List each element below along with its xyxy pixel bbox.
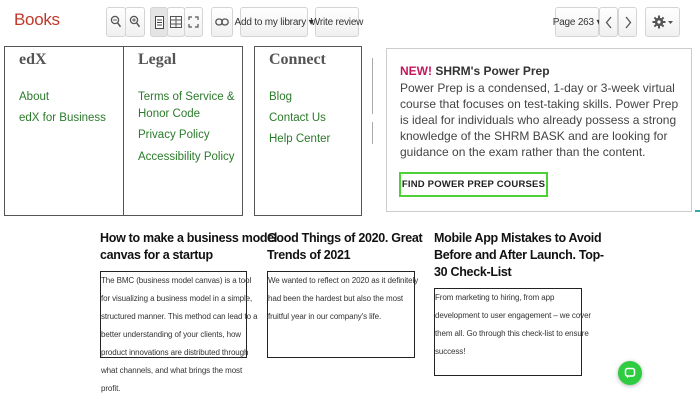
article-excerpt: The BMC (business model canvas) is a too… (101, 272, 258, 398)
prev-page-button[interactable] (599, 7, 618, 37)
article-title-line: Trends of 2021 (267, 248, 351, 262)
prev-page-icon (605, 16, 612, 28)
excerpt-line: better understanding of your clients, ho… (101, 330, 241, 339)
footer-link-blog[interactable]: Blog (269, 89, 292, 106)
article-title[interactable]: Mobile App Mistakes to Avoid Before and … (434, 230, 604, 281)
footer-link-privacy[interactable]: Privacy Policy (138, 127, 210, 144)
excerpt-line: success! (435, 347, 466, 356)
article-title[interactable]: How to make a business model canvas for … (100, 230, 277, 264)
article-excerpt: From marketing to hiring, from app devel… (435, 289, 591, 361)
promo-title-text: SHRM's Power Prep (435, 64, 550, 78)
write-review-button[interactable]: Write review (311, 7, 363, 37)
find-power-prep-button[interactable]: FIND POWER PREP COURSES (399, 172, 548, 197)
legal-heading: Legal (138, 51, 177, 68)
article-title-line: Before and After Launch. Top- (434, 248, 604, 262)
excerpt-line: fruitful year in our company's life. (268, 312, 382, 321)
article-title-line: Mobile App Mistakes to Avoid (434, 231, 602, 245)
next-page-button[interactable] (618, 7, 637, 37)
footer-link-honor-code[interactable]: Honor Code (138, 106, 200, 123)
add-to-library-button[interactable]: Add to my library ▾ (234, 7, 314, 37)
promo-title: NEW! SHRM's Power Prep (400, 64, 550, 78)
footer-link-terms[interactable]: Terms of Service & (138, 89, 235, 106)
excerpt-line: had been the hardest but also the most (268, 294, 403, 303)
link-icon (215, 18, 229, 26)
excerpt-line: We wanted to reflect on 2020 as it defin… (268, 276, 419, 285)
excerpt-line: From marketing to hiring, from app (435, 293, 555, 302)
footer-link-edx-for-business[interactable]: edX for Business (19, 110, 106, 127)
footer-link-contact[interactable]: Contact Us (269, 110, 326, 127)
edge-indicator (695, 210, 700, 212)
excerpt-line: structured manner. This method can lead … (101, 312, 258, 321)
fullscreen-button[interactable] (184, 7, 203, 37)
excerpt-line: product innovations are distributed thro… (101, 348, 249, 357)
edx-heading: edX (19, 51, 47, 68)
footer-link-about[interactable]: About (19, 89, 49, 106)
article-title-line: 30 Check-List (434, 265, 512, 279)
divider (372, 122, 373, 144)
excerpt-line: The BMC (business model canvas) is a too… (101, 276, 252, 285)
page-select[interactable]: Page 263 ▾ (553, 7, 602, 37)
next-page-icon (624, 16, 631, 28)
divider (372, 58, 373, 114)
settings-icon (652, 15, 673, 29)
excerpt-line: development to user engagement – we cove… (435, 311, 591, 320)
single-page-icon (154, 15, 164, 29)
single-page-button[interactable] (150, 7, 168, 37)
excerpt-line: profit. (101, 384, 121, 393)
zoom-out-icon (110, 15, 122, 28)
link-button[interactable] (211, 7, 233, 37)
excerpt-line: what channels, and what brings the most (101, 366, 243, 375)
article-excerpt: We wanted to reflect on 2020 as it defin… (268, 272, 418, 326)
promo-body: Power Prep is a condensed, 1-day or 3-we… (400, 81, 679, 159)
article-title-line: How to make a business model (100, 231, 278, 245)
article-title-line: Good Things of 2020. Great (267, 231, 423, 245)
zoom-in-icon (129, 15, 141, 28)
edx-column (4, 46, 124, 216)
zoom-out-button[interactable] (106, 7, 126, 37)
footer-link-help-center[interactable]: Help Center (269, 131, 330, 148)
chat-icon (624, 367, 636, 379)
connect-heading: Connect (269, 51, 326, 68)
two-page-icon (170, 16, 182, 28)
excerpt-line: them all. Go through this check-list to … (435, 329, 589, 338)
article-title-line: canvas for a startup (100, 248, 213, 262)
zoom-in-button[interactable] (125, 7, 145, 37)
excerpt-line: for visualizing a business model in a si… (101, 294, 253, 303)
article-title[interactable]: Good Things of 2020. Great Trends of 202… (267, 230, 423, 264)
chat-button[interactable] (618, 361, 642, 385)
two-page-button[interactable] (167, 7, 185, 37)
fullscreen-icon (188, 16, 199, 28)
new-badge: NEW! (400, 64, 432, 78)
footer-link-accessibility[interactable]: Accessibility Policy (138, 149, 235, 166)
books-logo[interactable]: Books (14, 10, 60, 30)
settings-button[interactable] (645, 7, 680, 37)
